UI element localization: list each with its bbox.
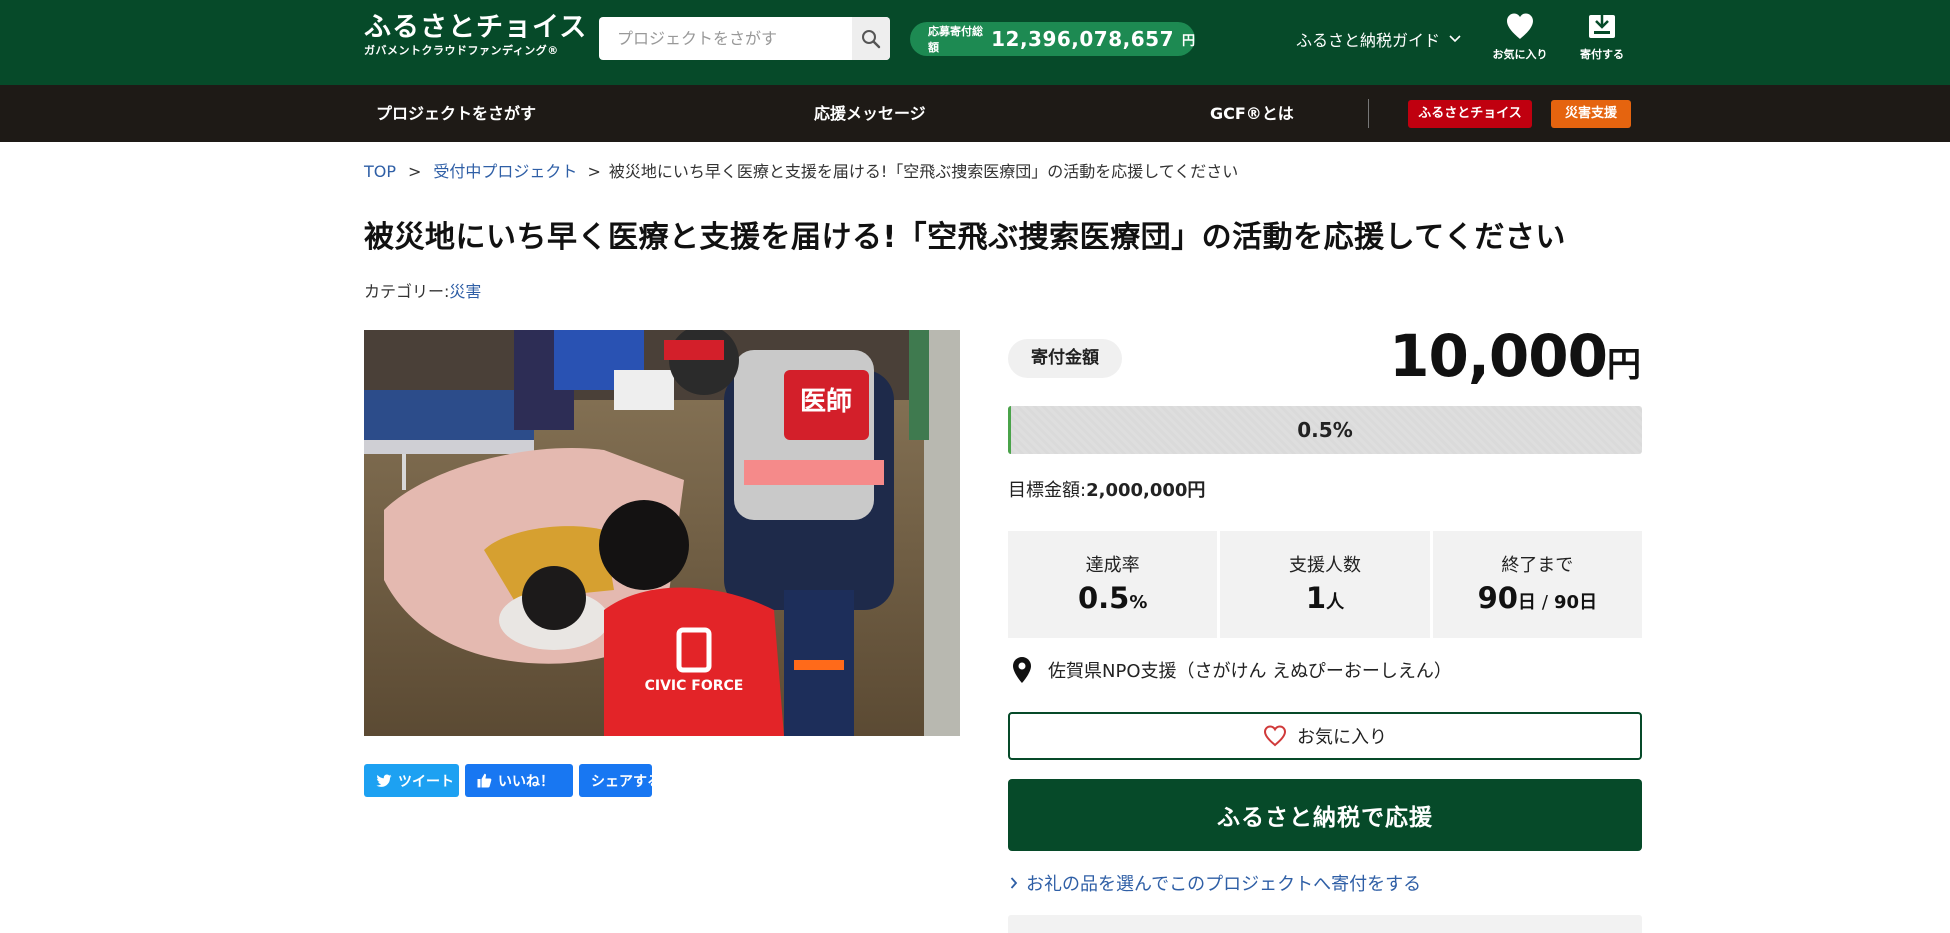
site-logo[interactable]: ふるさとチョイス ガバメントクラウドファンディング®: [364, 12, 587, 58]
supporters-unit: 人: [1326, 592, 1345, 613]
search-box: [599, 17, 890, 60]
stat-label: 支援人数: [1288, 555, 1361, 576]
tweet-button[interactable]: ツイート: [364, 764, 459, 797]
donation-amount-value: 10,000: [1389, 322, 1608, 390]
map-pin-icon: [1013, 657, 1031, 683]
goal-label: 目標金額:: [1008, 480, 1087, 501]
total-days-unit: 日: [1579, 592, 1598, 613]
total-donation-value: 12,396,078,657: [991, 27, 1174, 51]
total-donation-unit: 円: [1181, 33, 1195, 49]
breadcrumb-separator: >: [587, 162, 601, 181]
stat-remaining-days: 終了まで 90日/90日: [1432, 531, 1642, 638]
like-button[interactable]: いいね！: [465, 764, 573, 797]
category-line: カテゴリー:災害: [364, 278, 481, 302]
breadcrumb-top-link[interactable]: TOP: [364, 162, 396, 181]
remaining-separator: /: [1541, 592, 1548, 613]
header-favorites-label: お気に入り: [1492, 48, 1548, 61]
disaster-support-badge[interactable]: 災害支援: [1551, 100, 1631, 128]
logo-sub-text: ガバメントクラウドファンディング®: [364, 44, 559, 57]
main-nav: プロジェクトをさがす 応援メッセージ GCF®とは: [0, 85, 1950, 142]
nav-divider: [1368, 99, 1369, 128]
breadcrumb: TOP > 受付中プロジェクト > 被災地にいち早く医療と支援を届ける!「空飛ぶ捜索医療…: [364, 158, 1238, 182]
donation-amount: 10,000円: [1389, 322, 1641, 390]
favorite-label: お気に入り: [1297, 727, 1387, 748]
stat-label: 達成率: [1085, 555, 1140, 576]
heart-outline-icon: [1263, 725, 1287, 747]
like-label: いいね！: [498, 773, 554, 790]
progress-bar: 0.5%: [1008, 406, 1642, 454]
search-button[interactable]: [852, 17, 890, 60]
svg-text:CIVIC FORCE: CIVIC FORCE: [645, 678, 744, 694]
organization-info: 佐賀県NPO支援（さがけん えぬぴーおーしえん）: [1012, 656, 1452, 684]
breadcrumb-projects-link[interactable]: 受付中プロジェクト: [433, 162, 577, 181]
nav-item-about-gcf[interactable]: GCF®とは: [1210, 85, 1294, 142]
top-header: ふるさとチョイス ガバメントクラウドファンディング® 応募寄付総額 12,396…: [0, 0, 1950, 85]
gift-icon: [1589, 15, 1615, 38]
stat-value: 1人: [1220, 581, 1429, 615]
nav-item-messages[interactable]: 応援メッセージ: [814, 85, 926, 142]
search-icon: [862, 29, 881, 48]
category-link[interactable]: 災害: [449, 282, 481, 301]
tweet-label: ツイート: [398, 773, 454, 790]
project-photo: 医師 CIVIC FORCE: [364, 330, 960, 736]
header-donate-button[interactable]: 寄付する: [1562, 12, 1642, 62]
share-button[interactable]: シェアする: [579, 764, 652, 797]
rate-value: 0.5: [1077, 581, 1130, 615]
chevron-right-icon: [1010, 877, 1018, 889]
total-donation-label: 応募寄付総額: [928, 25, 983, 54]
furusato-guide-menu[interactable]: ふるさと納税ガイド: [1296, 27, 1462, 51]
remaining-unit: 日: [1517, 592, 1536, 613]
total-days-value: 90: [1554, 592, 1580, 613]
guide-label: ふるさと納税ガイド: [1296, 31, 1441, 50]
gift-link-label: お礼の品を選んでこのプロジェクトへ寄付をする: [1026, 874, 1422, 895]
heart-icon: [1507, 13, 1533, 39]
lower-panel: [1008, 915, 1642, 933]
donation-amount-label: 寄付金額: [1008, 339, 1122, 378]
page-title: 被災地にいち早く医療と支援を届ける!「空飛ぶ捜索医療団」の活動を応援してください: [364, 220, 1566, 255]
goal-value: 2,000,000円: [1086, 480, 1206, 501]
stat-value: 90日/90日: [1433, 581, 1642, 615]
total-donation-pill: 応募寄付総額 12,396,078,657 円: [910, 22, 1195, 56]
gift-selection-link[interactable]: お礼の品を選んでこのプロジェクトへ寄付をする: [1010, 870, 1421, 896]
twitter-icon: [376, 774, 392, 787]
thumbs-up-icon: [477, 773, 492, 788]
nav-item-search-projects[interactable]: プロジェクトをさがす: [376, 85, 536, 142]
header-donate-label: 寄付する: [1580, 48, 1624, 61]
progress-percent: 0.5%: [1297, 418, 1353, 442]
breadcrumb-separator: >: [408, 162, 422, 181]
stat-achievement-rate: 達成率 0.5%: [1008, 531, 1218, 638]
supporters-value: 1: [1305, 581, 1327, 615]
stat-supporters: 支援人数 1人: [1220, 531, 1430, 638]
donation-amount-unit: 円: [1607, 345, 1641, 385]
project-photo-illustration: 医師 CIVIC FORCE: [364, 330, 960, 736]
organization-name[interactable]: 佐賀県NPO支援（さがけん えぬぴーおーしえん）: [1048, 657, 1452, 683]
stats-panel: 達成率 0.5% 支援人数 1人 終了まで 90日/90日: [1008, 531, 1642, 638]
search-input[interactable]: [599, 17, 851, 60]
furusato-choice-badge[interactable]: ふるさとチョイス: [1408, 100, 1532, 128]
stat-value: 0.5%: [1008, 581, 1217, 615]
logo-main-text: ふるさとチョイス: [364, 12, 588, 43]
chevron-down-icon: [1449, 35, 1461, 43]
stat-label: 終了まで: [1501, 555, 1574, 576]
goal-amount: 目標金額:2,000,000円: [1008, 476, 1205, 502]
favorite-button[interactable]: お気に入り: [1008, 712, 1642, 760]
furusato-donate-button[interactable]: ふるさと納税で応援: [1008, 779, 1642, 851]
rate-unit: %: [1129, 592, 1148, 613]
header-favorites-button[interactable]: お気に入り: [1480, 12, 1560, 62]
share-label: シェアする: [591, 773, 652, 790]
svg-text:医師: 医師: [800, 387, 852, 417]
category-label: カテゴリー:: [364, 282, 450, 301]
breadcrumb-current: 被災地にいち早く医療と支援を届ける!「空飛ぶ捜索医療団」の活動を応援してください: [608, 162, 1239, 181]
remaining-value: 90: [1477, 581, 1518, 615]
